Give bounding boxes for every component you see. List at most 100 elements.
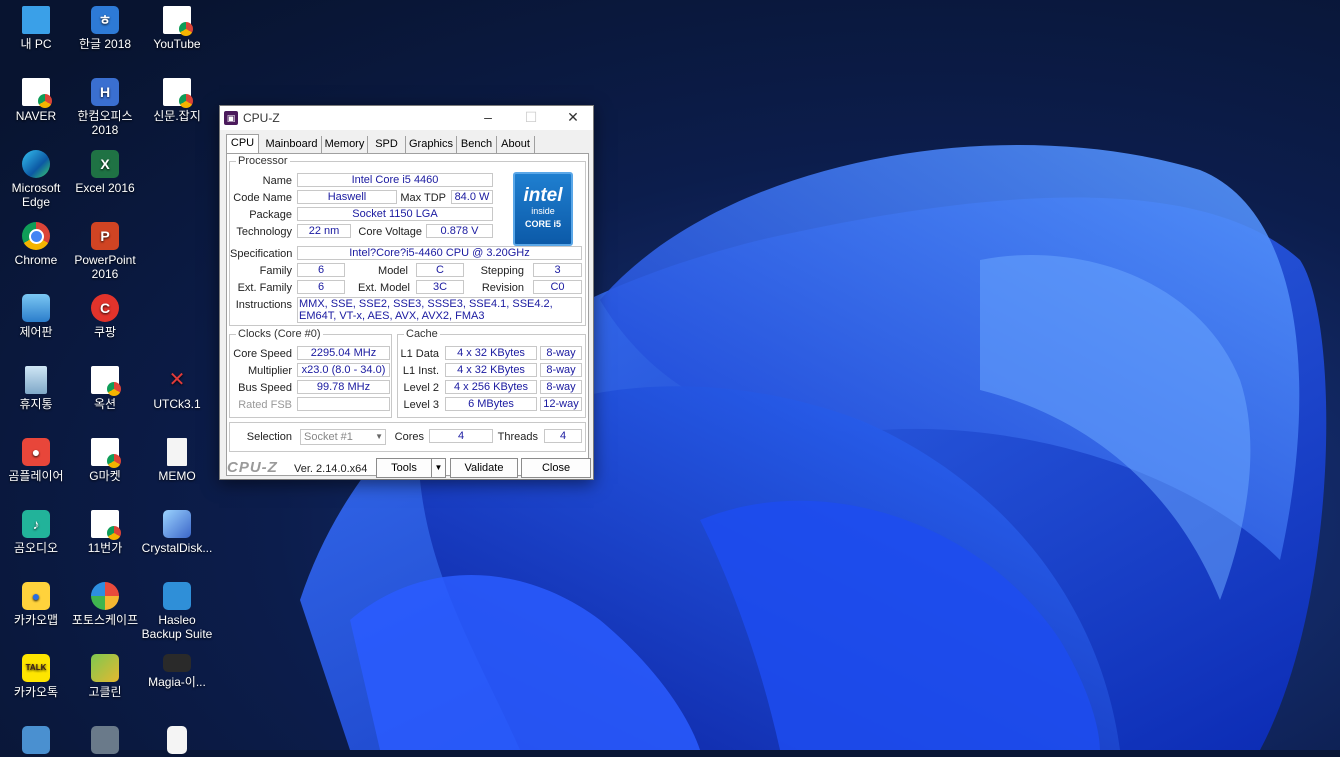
l1data-way: 8-way	[540, 346, 582, 360]
family-value: 6	[297, 263, 345, 277]
desktop-icon-label: CrystalDisk...	[141, 541, 213, 555]
technology-value: 22 nm	[297, 224, 351, 238]
busspeed-label: Bus Speed	[238, 382, 292, 394]
desktop-icon-label: NAVER	[15, 109, 57, 123]
desktop-icon-gom-player[interactable]: ● 곰플레이어	[0, 438, 72, 483]
desktop-icon-auction[interactable]: 옥션	[69, 366, 141, 411]
ratedfsb-value	[297, 397, 390, 411]
maximize-button[interactable]: ☐	[511, 106, 551, 130]
instructions-value: MMX, SSE, SSE2, SSE3, SSSE3, SSE4.1, SSE…	[297, 297, 582, 323]
desktop-icon-gmarket[interactable]: G마켓	[69, 438, 141, 483]
desktop-icon-gom-audio[interactable]: ♪ 곰오디오	[0, 510, 72, 555]
desktop-icon-label: MEMO	[158, 469, 196, 483]
name-value: Intel Core i5 4460	[297, 173, 493, 187]
chrome-page-icon	[22, 78, 52, 108]
desktop-icon-recycle-bin[interactable]: 휴지통	[0, 366, 72, 411]
busspeed-value: 99.78 MHz	[297, 380, 390, 394]
extmodel-label: Ext. Model	[358, 282, 410, 294]
extfamily-value: 6	[297, 280, 345, 294]
model-label: Model	[378, 265, 408, 277]
multiplier-value: x23.0 (8.0 - 34.0)	[297, 363, 390, 377]
hasleo-icon	[163, 582, 191, 610]
utck-icon: ✕	[168, 369, 186, 391]
tab-cpu[interactable]: CPU	[226, 134, 259, 154]
desktop-icon-label: G마켓	[89, 469, 121, 483]
tab-graphics[interactable]: Graphics	[406, 136, 457, 153]
cores-label: Cores	[394, 431, 424, 443]
desktop-icon-label: 한글 2018	[78, 37, 132, 51]
desktop-icon-label: UTCk3.1	[153, 397, 201, 411]
desktop-icon-coupang[interactable]: C 쿠팡	[69, 294, 141, 339]
tab-bench[interactable]: Bench	[457, 136, 497, 153]
monitor-icon	[22, 6, 50, 34]
desktop-icon-hancom-office[interactable]: H 한컴오피스 2018	[69, 78, 141, 137]
title-bar[interactable]: ▣ CPU-Z – ☐ ✕	[220, 106, 593, 130]
desktop-icon-kakaotalk[interactable]: TALK 카카오톡	[0, 654, 72, 699]
desktop-icon-memo[interactable]: MEMO	[141, 438, 213, 483]
desktop-icon-label: Hasleo Backup Suite	[141, 613, 213, 641]
desktop-icon-utck[interactable]: ✕ UTCk3.1	[141, 366, 213, 411]
chrome-icon	[22, 222, 50, 250]
desktop-icon-hasleo[interactable]: Hasleo Backup Suite	[141, 582, 213, 641]
desktop-icon-magia[interactable]: Magia-이...	[141, 654, 213, 689]
validate-button[interactable]: Validate	[450, 458, 518, 478]
cache-group-title: Cache	[404, 328, 440, 340]
desktop-icon-label: 곰오디오	[13, 541, 59, 555]
desktop-icon-partial-3[interactable]	[141, 726, 213, 757]
tab-memory[interactable]: Memory	[322, 136, 368, 153]
desktop-icon-partial-2[interactable]	[69, 726, 141, 757]
chrome-page-icon	[91, 366, 121, 396]
level3-way: 12-way	[540, 397, 582, 411]
corevoltage-value: 0.878 V	[426, 224, 493, 238]
desktop-icon-excel[interactable]: X Excel 2016	[69, 150, 141, 195]
desktop-icon-chrome[interactable]: Chrome	[0, 222, 72, 267]
tools-dropdown-button[interactable]: ▼	[431, 458, 446, 478]
desktop-icon-naver[interactable]: NAVER	[0, 78, 72, 123]
level2-label: Level 2	[403, 382, 439, 394]
desktop-icon-edge[interactable]: Microsoft Edge	[0, 150, 72, 209]
desktop-icon-crystaldisk[interactable]: CrystalDisk...	[141, 510, 213, 555]
tools-button[interactable]: Tools	[376, 458, 432, 478]
desktop-icon-news[interactable]: 신문.잡지	[141, 78, 213, 123]
desktop-icon-label: Magia-이...	[148, 675, 206, 689]
desktop-icon-powerpoint[interactable]: P PowerPoint 2016	[69, 222, 141, 281]
model-value: C	[416, 263, 464, 277]
version-text: Ver. 2.14.0.x64	[294, 463, 368, 475]
chrome-page-icon	[163, 6, 193, 36]
chrome-page-icon	[91, 510, 121, 540]
desktop-icon-my-pc[interactable]: 내 PC	[0, 6, 72, 51]
desktop-icon-partial[interactable]	[0, 726, 72, 757]
minimize-button[interactable]: –	[468, 106, 508, 130]
desktop-icon-label: 한컴오피스 2018	[77, 109, 133, 137]
close-window-button[interactable]: ✕	[553, 106, 593, 130]
footer-bar: CPU-Z Ver. 2.14.0.x64 Tools ▼ Validate C…	[220, 456, 593, 480]
desktop-icon-label: YouTube	[153, 37, 201, 51]
desktop-icon-label: Chrome	[14, 253, 58, 267]
desktop-icon-goclean[interactable]: 고클린	[69, 654, 141, 699]
cores-value: 4	[429, 429, 493, 443]
magia-icon	[163, 654, 191, 672]
desktop-icon-11st[interactable]: 11번가	[69, 510, 141, 555]
desktop-icon-photoscape[interactable]: 포토스케이프	[69, 582, 141, 627]
tab-spd[interactable]: SPD	[368, 136, 406, 153]
desktop-icon-control-panel[interactable]: 제어판	[0, 294, 72, 339]
intel-logo-brand: intel	[523, 185, 563, 206]
photoscape-icon	[91, 582, 119, 610]
tab-about[interactable]: About	[497, 136, 535, 153]
close-button[interactable]: Close	[521, 458, 591, 478]
revision-label: Revision	[481, 282, 524, 294]
desktop-icon-hangul[interactable]: ㅎ 한글 2018	[69, 6, 141, 51]
desktop-icon-youtube[interactable]: YouTube	[141, 6, 213, 51]
desktop-icon-label: 제어판	[19, 325, 53, 339]
excel-icon: X	[91, 150, 119, 178]
desktop-icon-kakao-map[interactable]: ● 카카오맵	[0, 582, 72, 627]
corevoltage-label: Core Voltage	[358, 226, 422, 238]
cpu-tab-panel: Processor Name Intel Core i5 4460 Code N…	[226, 153, 589, 476]
tab-mainboard[interactable]: Mainboard	[262, 136, 322, 153]
stepping-value: 3	[533, 263, 582, 277]
maxtdp-value: 84.0 W	[451, 190, 493, 204]
selection-dropdown[interactable]: Socket #1 ▼	[300, 429, 386, 445]
cpuz-window: ▣ CPU-Z – ☐ ✕ CPU Mainboard Memory SPD G…	[219, 105, 594, 480]
extfamily-label: Ext. Family	[237, 282, 292, 294]
text-file-icon	[167, 438, 187, 466]
